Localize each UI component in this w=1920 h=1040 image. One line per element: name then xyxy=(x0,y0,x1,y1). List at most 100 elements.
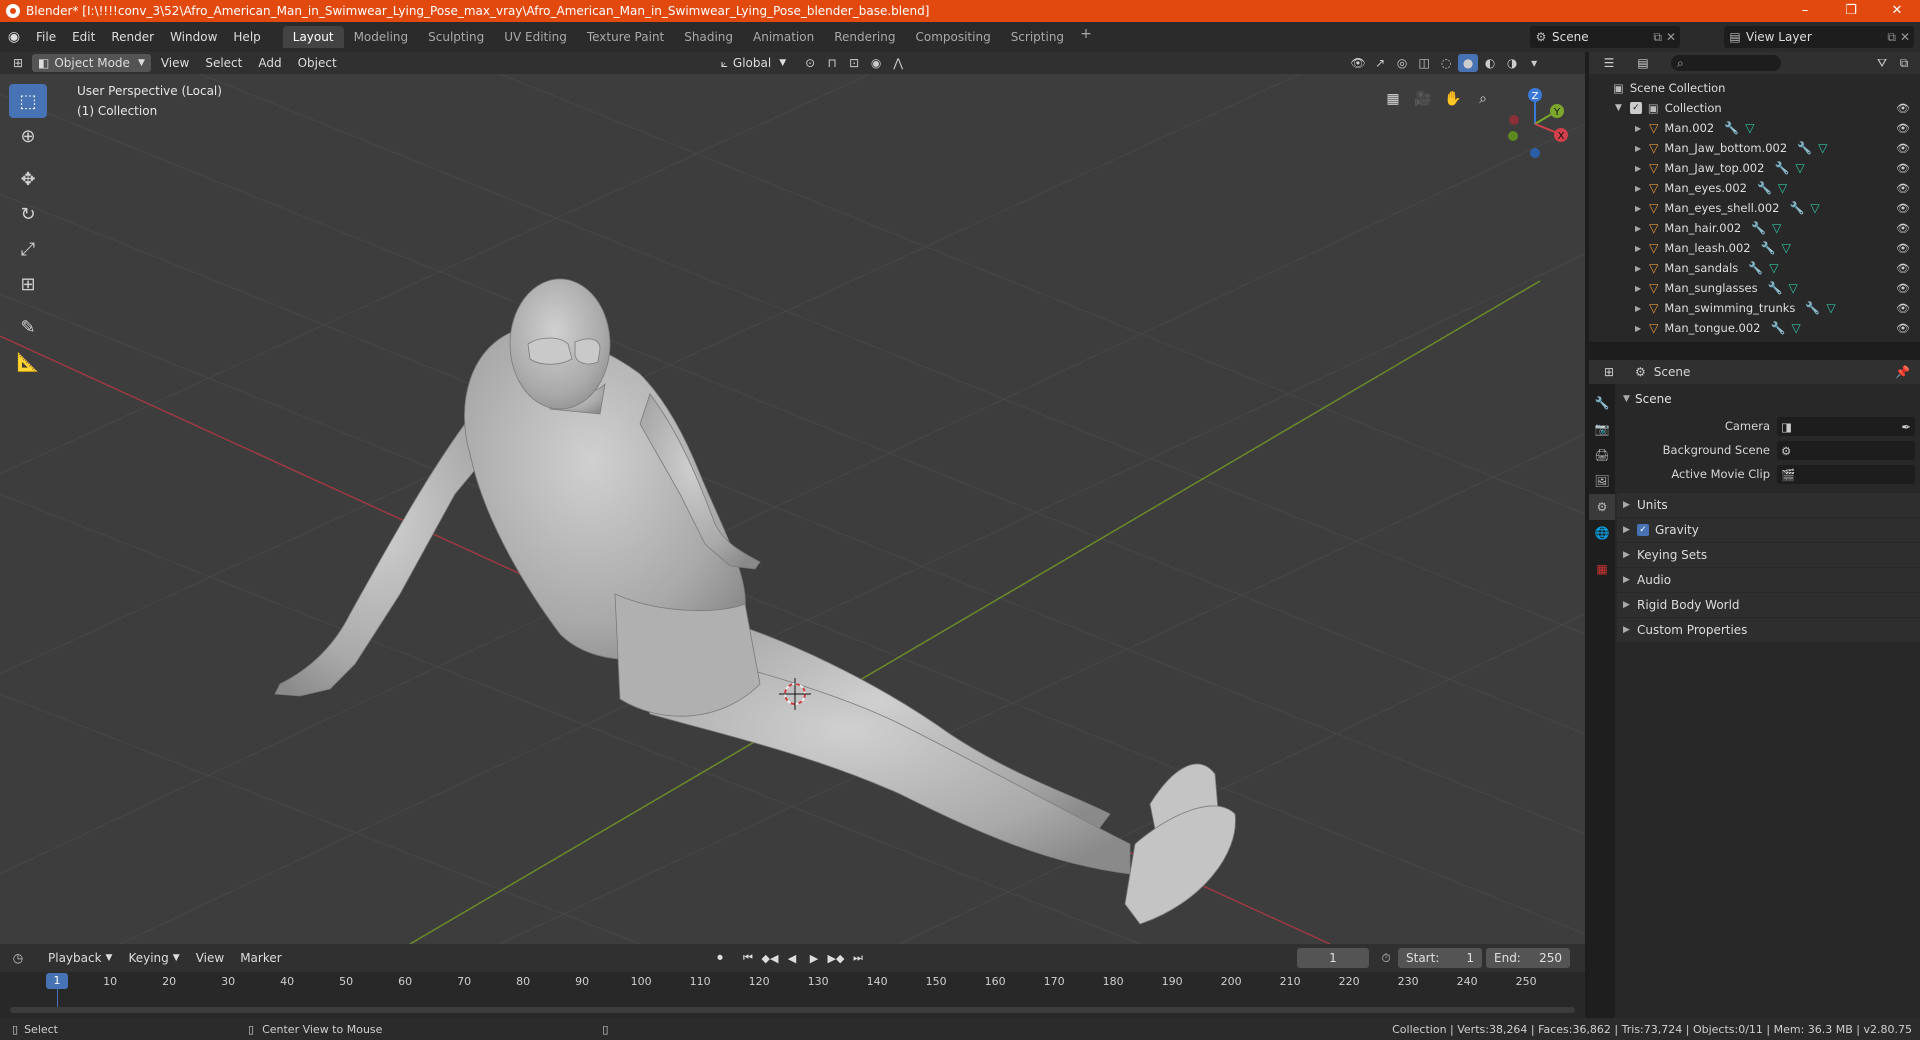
tab-sculpting[interactable]: Sculpting xyxy=(418,26,494,48)
tab-scripting[interactable]: Scripting xyxy=(1001,26,1074,48)
render-tab-icon[interactable]: 📷 xyxy=(1589,416,1615,442)
modifier-wrench-icon[interactable]: 🔧 xyxy=(1768,281,1783,295)
tab-compositing[interactable]: Compositing xyxy=(905,26,1000,48)
mesh-data-icon[interactable]: ▽ xyxy=(1795,161,1804,175)
select-box-tool-icon[interactable]: ⬚ xyxy=(9,84,47,118)
view-layer-tab-icon[interactable]: 🖼 xyxy=(1589,468,1615,494)
modifier-wrench-icon[interactable]: 🔧 xyxy=(1724,121,1739,135)
tab-modeling[interactable]: Modeling xyxy=(344,26,419,48)
tab-rendering[interactable]: Rendering xyxy=(824,26,905,48)
properties-editor-type-icon[interactable]: ⊞ xyxy=(1599,363,1619,381)
eye-icon[interactable]: 👁 xyxy=(1896,182,1910,195)
eye-icon[interactable]: 👁 xyxy=(1896,222,1910,235)
new-view-layer-icon[interactable]: ⧉ xyxy=(1887,30,1896,45)
menu-render[interactable]: Render xyxy=(103,30,162,44)
menu-select[interactable]: Select xyxy=(199,54,248,72)
new-scene-icon[interactable]: ⧉ xyxy=(1653,30,1662,45)
eye-icon[interactable]: 👁 xyxy=(1896,322,1910,335)
next-keyframe-icon[interactable]: ▶◆ xyxy=(826,949,846,967)
expand-triangle-icon[interactable]: ▶ xyxy=(1635,164,1641,173)
mesh-data-icon[interactable]: ▽ xyxy=(1772,221,1781,235)
close-button[interactable]: ✕ xyxy=(1874,0,1920,22)
minimize-button[interactable]: – xyxy=(1782,0,1828,22)
eye-icon[interactable]: 👁 xyxy=(1896,102,1910,115)
shading-options-icon[interactable]: ▾ xyxy=(1524,54,1544,72)
gizmo-icon[interactable]: ↗ xyxy=(1370,54,1390,72)
eye-icon[interactable]: 👁 xyxy=(1896,122,1910,135)
transform-tool-icon[interactable]: ⊞ xyxy=(9,267,47,301)
material-shading-icon[interactable]: ◐ xyxy=(1480,54,1500,72)
units-panel[interactable]: ▶ Units xyxy=(1617,493,1920,517)
expand-triangle-icon[interactable]: ▶ xyxy=(1635,284,1641,293)
tab-shading[interactable]: Shading xyxy=(674,26,743,48)
pin-icon[interactable]: 📌 xyxy=(1895,365,1910,379)
mesh-data-icon[interactable]: ▽ xyxy=(1769,261,1778,275)
expand-triangle-icon[interactable]: ▶ xyxy=(1635,184,1641,193)
modifier-wrench-icon[interactable]: 🔧 xyxy=(1751,221,1766,235)
remove-view-layer-icon[interactable]: ✕ xyxy=(1900,30,1910,44)
eye-icon[interactable]: 👁 xyxy=(1896,282,1910,295)
snap-target-icon[interactable]: ⊡ xyxy=(844,54,864,72)
scene-panel-header[interactable]: ▼ Scene xyxy=(1617,388,1920,410)
camera-field[interactable]: ◨ ✒ xyxy=(1777,417,1915,436)
menu-file[interactable]: File xyxy=(28,30,64,44)
mesh-data-icon[interactable]: ▽ xyxy=(1791,321,1800,335)
modifier-wrench-icon[interactable]: 🔧 xyxy=(1771,321,1786,335)
eye-icon[interactable]: 👁 xyxy=(1896,142,1910,155)
menu-marker[interactable]: Marker xyxy=(234,949,287,967)
overlays-icon[interactable]: ◎ xyxy=(1392,54,1412,72)
play-reverse-icon[interactable]: ◀ xyxy=(782,949,802,967)
tab-texture-paint[interactable]: Texture Paint xyxy=(577,26,674,48)
keying-sets-panel[interactable]: ▶ Keying Sets xyxy=(1617,543,1920,567)
maximize-button[interactable]: ❐ xyxy=(1828,0,1874,22)
eye-icon[interactable]: 👁 xyxy=(1896,262,1910,275)
xray-icon[interactable]: ◫ xyxy=(1414,54,1434,72)
jump-start-icon[interactable]: ⏮ xyxy=(738,949,758,967)
expand-triangle-icon[interactable]: ▶ xyxy=(1635,264,1641,273)
tab-layout[interactable]: Layout xyxy=(282,26,344,48)
gravity-panel[interactable]: ▶ ✓ Gravity xyxy=(1617,518,1920,542)
outliner-object-row[interactable]: ▶ ▽ Man_sunglasses 🔧 ▽ 👁 xyxy=(1589,278,1920,298)
outliner-object-row[interactable]: ▶ ▽ Man_tongue.002 🔧 ▽ 👁 xyxy=(1589,318,1920,338)
eye-icon[interactable]: 👁 xyxy=(1896,302,1910,315)
mesh-data-icon[interactable]: ▽ xyxy=(1826,301,1835,315)
eye-icon[interactable]: 👁 xyxy=(1896,242,1910,255)
outliner-object-row[interactable]: ▶ ▽ Man_leash.002 🔧 ▽ 👁 xyxy=(1589,238,1920,258)
record-icon[interactable]: ⏺ xyxy=(710,949,730,967)
prev-keyframe-icon[interactable]: ◆◀ xyxy=(760,949,780,967)
scale-tool-icon[interactable]: ⤢ xyxy=(9,232,47,266)
timeline-editor-type-icon[interactable]: ◷ xyxy=(8,949,28,967)
expand-triangle-icon[interactable]: ▶ xyxy=(1635,324,1641,333)
eyedropper-icon[interactable]: ✒ xyxy=(1901,420,1911,434)
solid-shading-icon[interactable]: ● xyxy=(1458,54,1479,72)
new-collection-icon[interactable]: ⧉ xyxy=(1894,54,1914,72)
collection-checkbox[interactable]: ✓ xyxy=(1629,102,1642,114)
play-icon[interactable]: ▶ xyxy=(804,949,824,967)
snap-icon[interactable]: ⊓ xyxy=(822,54,842,72)
cursor-tool-icon[interactable]: ⊕ xyxy=(9,119,47,153)
start-frame-field[interactable]: Start: 1 xyxy=(1398,948,1482,968)
editor-type-icon[interactable]: ⊞ xyxy=(8,54,28,72)
character-model[interactable] xyxy=(274,278,1236,925)
scene-tab-icon[interactable]: ⚙ xyxy=(1589,494,1615,520)
outliner-editor-type-icon[interactable]: ☰ xyxy=(1599,54,1619,72)
outliner-object-row[interactable]: ▶ ▽ Man_hair.002 🔧 ▽ 👁 xyxy=(1589,218,1920,238)
modifier-wrench-icon[interactable]: 🔧 xyxy=(1761,241,1776,255)
outliner-collection[interactable]: ▼ ✓ ▣ Collection 👁 xyxy=(1589,98,1920,118)
preview-range-icon[interactable]: ⏱ xyxy=(1376,949,1396,967)
jump-end-icon[interactable]: ⏭ xyxy=(848,949,868,967)
output-tab-icon[interactable]: 🖨 xyxy=(1589,442,1615,468)
mesh-data-icon[interactable]: ▽ xyxy=(1782,241,1791,255)
modifier-wrench-icon[interactable]: 🔧 xyxy=(1757,181,1772,195)
custom-properties-panel[interactable]: ▶ Custom Properties xyxy=(1617,618,1920,642)
expand-triangle-icon[interactable]: ▶ xyxy=(1635,304,1641,313)
tab-uv-editing[interactable]: UV Editing xyxy=(494,26,577,48)
rendered-shading-icon[interactable]: ◑ xyxy=(1502,54,1522,72)
mode-selector[interactable]: ◧ Object Mode ▼ xyxy=(32,54,151,72)
outliner-object-row[interactable]: ▶ ▽ Man.002 🔧 ▽ 👁 xyxy=(1589,118,1920,138)
gravity-checkbox[interactable]: ✓ xyxy=(1637,524,1649,536)
menu-window[interactable]: Window xyxy=(162,30,225,44)
background-scene-field[interactable]: ⚙ xyxy=(1777,441,1915,460)
outliner-object-row[interactable]: ▶ ▽ Man_Jaw_bottom.002 🔧 ▽ 👁 xyxy=(1589,138,1920,158)
menu-view[interactable]: View xyxy=(155,54,195,72)
